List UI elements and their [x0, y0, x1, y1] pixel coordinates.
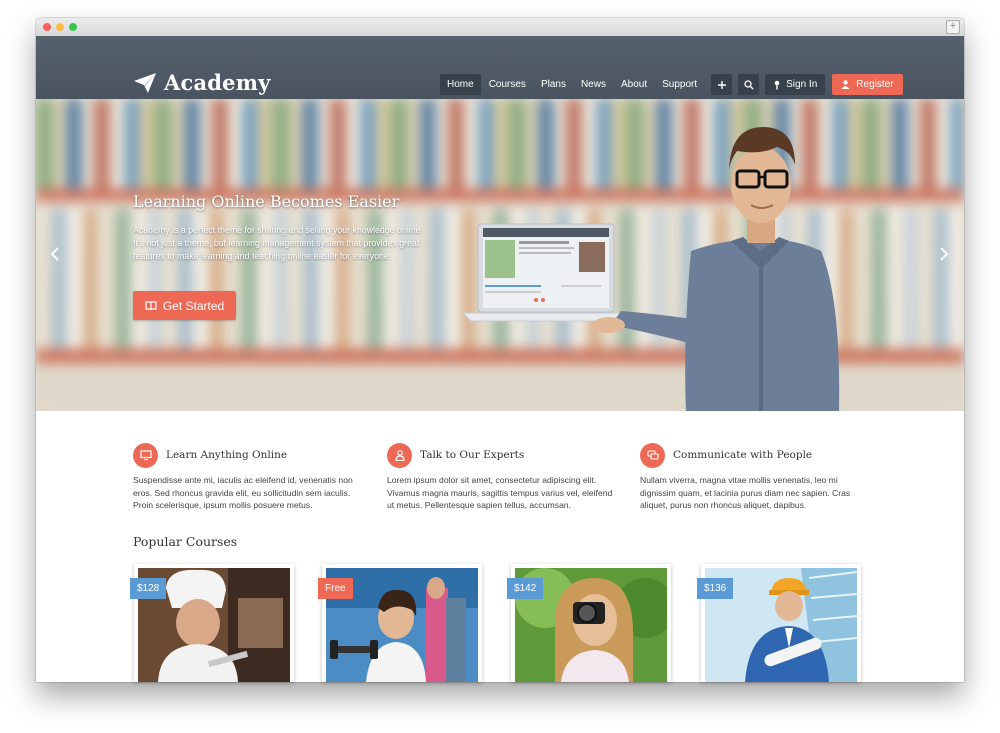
maximize-window-button[interactable] [69, 23, 77, 31]
monitor-icon [133, 442, 158, 468]
course-card[interactable]: Free [318, 564, 482, 682]
nav-support[interactable]: Support [655, 74, 704, 95]
key-icon [774, 80, 780, 89]
sign-in-label: Sign In [786, 79, 818, 90]
chevron-left-icon[interactable] [50, 246, 60, 267]
get-started-button[interactable]: Get Started [133, 291, 236, 320]
feature-title: Learn Anything Online [166, 449, 288, 461]
minimize-window-button[interactable] [56, 23, 64, 31]
feature-text: Lorem ipsum dolor sit amet, consectetur … [387, 475, 613, 510]
register-label: Register [856, 79, 894, 90]
chat-icon [640, 442, 665, 468]
hero-person-image [461, 127, 840, 411]
feature-title: Communicate with People [673, 449, 813, 461]
feature-item: Learn Anything Online Suspendisse ante m… [133, 442, 363, 512]
course-card[interactable]: $128 [130, 564, 294, 682]
nav-about[interactable]: About [614, 74, 654, 95]
hero-description: Academy is a perfect theme for sharing a… [133, 225, 423, 261]
book-icon [145, 300, 157, 310]
price-badge: $128 [130, 578, 167, 599]
price-badge: $136 [697, 578, 734, 599]
paper-plane-icon [134, 72, 156, 93]
search-icon [743, 79, 754, 89]
register-button[interactable]: Register [832, 74, 903, 95]
nav-news[interactable]: News [574, 74, 613, 95]
price-badge: $142 [507, 578, 544, 599]
site-name: Academy [164, 70, 271, 95]
window-titlebar: + [36, 18, 964, 37]
get-started-label: Get Started [162, 298, 225, 313]
hero-slider: Learning Online Becomes Easier Academy i… [36, 99, 964, 411]
hero-title: Learning Online Becomes Easier [133, 192, 400, 211]
site-logo[interactable]: Academy [134, 70, 271, 95]
new-tab-button[interactable]: + [946, 20, 960, 34]
main-nav: Home Courses Plans News About Support Si… [440, 74, 903, 95]
nav-home[interactable]: Home [440, 74, 481, 95]
search-button[interactable] [738, 74, 760, 95]
feature-text: Nullam viverra, magna vitae mollis venen… [640, 475, 851, 510]
chevron-right-icon[interactable] [939, 246, 949, 267]
add-button[interactable] [711, 74, 733, 95]
course-card[interactable]: $136 [697, 564, 861, 682]
feature-item: Talk to Our Experts Lorem ipsum dolor si… [387, 442, 617, 512]
course-card[interactable]: $142 [507, 564, 671, 682]
feature-text: Suspendisse ante mi, iaculis ac eleifend… [133, 475, 353, 510]
sign-in-button[interactable]: Sign In [765, 74, 826, 95]
popular-courses-title: Popular Courses [133, 534, 238, 549]
feature-title: Talk to Our Experts [420, 449, 525, 461]
person-icon [387, 442, 412, 468]
close-window-button[interactable] [43, 23, 51, 31]
nav-courses[interactable]: Courses [482, 74, 533, 95]
nav-plans[interactable]: Plans [534, 74, 573, 95]
user-icon [841, 80, 850, 89]
plus-icon [717, 80, 726, 89]
price-badge: Free [318, 578, 353, 599]
feature-item: Communicate with People Nullam viverra, … [640, 442, 870, 512]
